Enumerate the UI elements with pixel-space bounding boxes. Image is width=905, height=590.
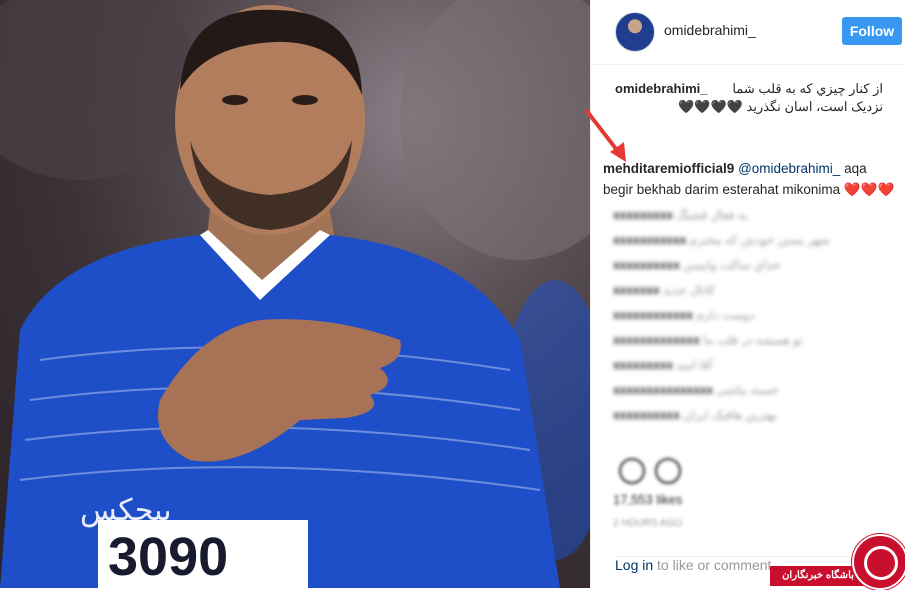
comment-mention[interactable]: @omidebrahimi_ (738, 161, 840, 176)
likes-count: 17,553 likes (613, 492, 683, 507)
comment-list: xxxxxxxxx یه فعال قشنگ xxxxxxxxxxx شهر ب… (613, 208, 883, 433)
post-actions (613, 456, 883, 486)
caption-username[interactable]: omidebrahimi_ (615, 80, 707, 98)
jersey-number: 3090 (108, 527, 228, 587)
follow-button[interactable]: Follow (842, 17, 902, 45)
list-item: xxxxxxxxx یه فعال قشنگ (613, 208, 748, 222)
list-item: xxxxxxxxxxxxxxx خسته نباشی (613, 383, 779, 397)
caption-text: از کنار چیزي که به قلب شما نزدیک است، اس… (678, 81, 883, 114)
list-item: xxxxxxxxxx بهترین هافبک ایران (613, 408, 777, 422)
red-arrow-icon (584, 108, 626, 162)
list-item: xxxxxxxxxx خداي ساکت وايسي (613, 258, 781, 272)
list-item: xxxxxxxxxxxx دوست دارم (613, 308, 755, 322)
username[interactable]: omidebrahimi_ (664, 22, 756, 38)
highlighted-comment: mehditaremiofficial9 @omidebrahimi_ aqa … (603, 158, 895, 202)
post-time: 2 HOURS AGO (613, 518, 682, 529)
post-header: omidebrahimi_ Follow (591, 0, 905, 65)
post-caption: omidebrahimi_ از کنار چیزي که به قلب شما… (615, 80, 883, 116)
list-item: xxxxxxxxx آقا امید (613, 358, 713, 372)
list-item: xxxxxxxxxxx شهر بستن خودش که محترم (613, 233, 830, 247)
logo-ring-icon (864, 546, 898, 580)
watermark-text: باشگاه خبرنگاران (770, 566, 866, 586)
avatar[interactable] (615, 12, 655, 52)
post-photo: پیچکس 3090 (0, 0, 590, 588)
list-item: xxxxxxx کانال جدید (613, 283, 715, 297)
login-text: to like or comment. (657, 557, 776, 573)
list-item: xxxxxxxxxxxxx تو همیشه در قلب ما (613, 333, 803, 347)
login-link[interactable]: Log in (615, 557, 653, 573)
post-sidebar: omidebrahimi_ Follow omidebrahimi_ از کن… (590, 0, 905, 588)
like-heart-icon[interactable] (619, 458, 645, 484)
player-illustration: پیچکس 3090 (0, 0, 590, 588)
comment-bubble-icon[interactable] (655, 458, 681, 484)
watermark-logo (852, 534, 905, 590)
